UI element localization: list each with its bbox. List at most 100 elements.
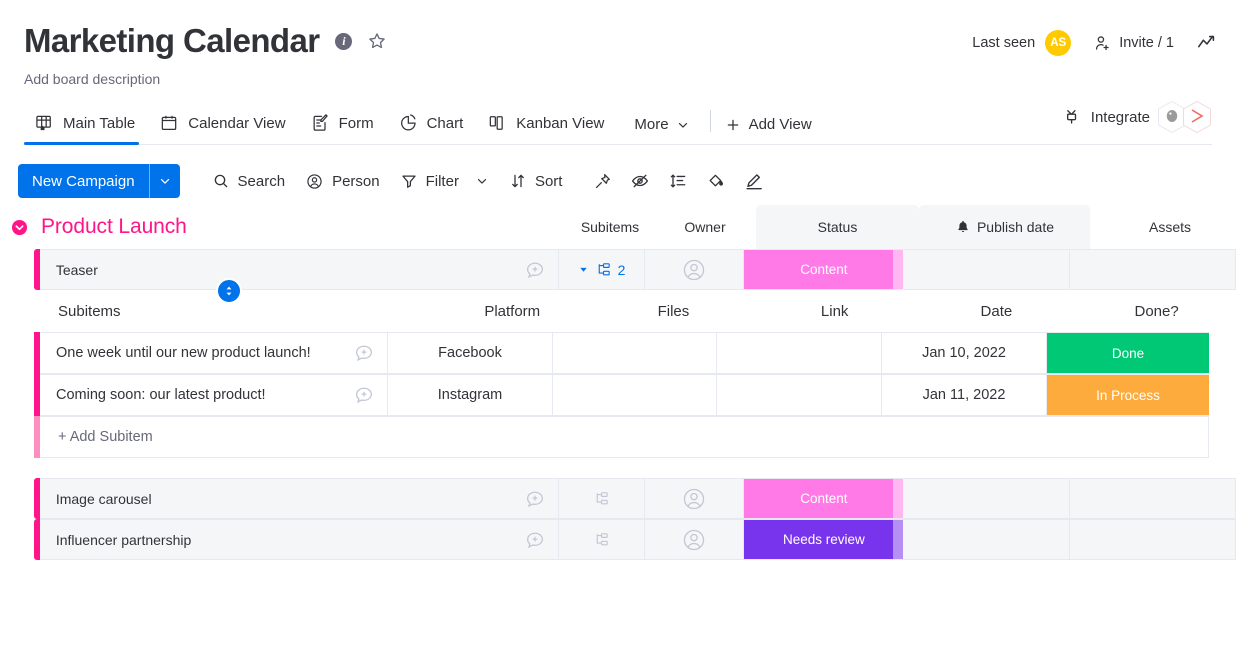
add-view-button[interactable]: Add View (715, 116, 822, 144)
filter-funnel-icon (400, 172, 418, 190)
sort-button[interactable]: Sort (499, 166, 573, 196)
info-icon[interactable]: i (335, 33, 352, 50)
subitem-done-cell[interactable]: In Process (1047, 374, 1209, 416)
add-subitem-cell[interactable]: + Add Subitem (40, 416, 1209, 458)
table-row[interactable]: Image carousel (34, 478, 1236, 519)
color-bucket-icon[interactable] (697, 165, 735, 197)
form-edit-icon (310, 113, 330, 133)
column-label: Assets (1149, 219, 1191, 235)
integrate-button[interactable]: Integrate (1062, 107, 1150, 127)
tab-more[interactable]: More (618, 116, 703, 144)
row-name-cell[interactable]: Image carousel (40, 478, 559, 519)
group-title[interactable]: Product Launch (41, 215, 187, 239)
tab-form[interactable]: Form (300, 113, 388, 144)
activity-trend-icon[interactable] (1196, 32, 1218, 54)
chat-add-icon[interactable] (524, 259, 546, 281)
tab-main-table[interactable]: Main Table (24, 113, 149, 144)
column-header-publish-date[interactable]: Publish date (919, 205, 1090, 249)
chat-add-icon[interactable] (353, 384, 375, 406)
person-placeholder-icon (681, 257, 707, 283)
tab-kanban-view[interactable]: Kanban View (477, 113, 618, 144)
collapse-caret-icon[interactable] (10, 218, 29, 237)
row-height-icon[interactable] (659, 165, 697, 197)
new-campaign-button[interactable]: New Campaign (18, 164, 180, 198)
row-publish-date-cell[interactable] (903, 478, 1070, 519)
filter-button[interactable]: Filter (390, 166, 499, 196)
tab-chart[interactable]: Chart (388, 113, 478, 144)
table-row[interactable]: Teaser 2 (34, 249, 1236, 290)
subitem-date-cell[interactable]: Jan 10, 2022 (882, 332, 1047, 374)
subitem-row[interactable]: One week until our new product launch! F… (34, 332, 1236, 374)
row-subitems-cell[interactable]: 2 (559, 249, 645, 290)
chat-add-icon[interactable] (524, 529, 546, 551)
tabs-right-actions: Integrate (1062, 100, 1212, 134)
subitem-done-cell[interactable]: Done (1047, 332, 1209, 374)
row-status-cell[interactable]: Needs review (744, 519, 903, 560)
tab-calendar-view[interactable]: Calendar View (149, 113, 299, 144)
row-name: Influencer partnership (56, 532, 524, 548)
integration-plug-icon (1062, 107, 1082, 127)
chevron-down-icon (676, 118, 690, 132)
person-add-icon (1093, 34, 1112, 53)
subitem-column-header-done: Done? (1077, 303, 1236, 320)
add-subitem-row[interactable]: + Add Subitem (34, 416, 1236, 458)
integration-secondary-icon[interactable] (1182, 100, 1212, 134)
chat-add-icon[interactable] (353, 342, 375, 364)
row-name-cell[interactable]: Influencer partnership (40, 519, 559, 560)
subitem-platform-cell[interactable]: Instagram (388, 374, 553, 416)
expand-collapse-handle[interactable] (216, 278, 242, 304)
chevron-down-icon[interactable] (475, 174, 489, 188)
star-icon[interactable] (367, 31, 387, 51)
subitem-tree-icon[interactable] (593, 490, 610, 507)
column-header-subitems[interactable]: Subitems (566, 205, 654, 249)
subitem-name-cell[interactable]: Coming soon: our latest product! (40, 374, 388, 416)
row-publish-date-cell[interactable] (903, 249, 1070, 290)
row-assets-cell[interactable] (1070, 478, 1236, 519)
row-name-cell[interactable]: Teaser (40, 249, 559, 290)
column-header-status[interactable]: Status (756, 205, 919, 249)
subitem-files-cell[interactable] (553, 332, 717, 374)
chat-add-icon[interactable] (524, 488, 546, 510)
pin-icon[interactable] (584, 166, 621, 197)
invite-button[interactable]: Invite / 1 (1093, 34, 1174, 53)
subitem-tree-icon[interactable] (593, 531, 610, 548)
calendar-icon (159, 113, 179, 133)
column-header-assets[interactable]: Assets (1090, 205, 1236, 249)
subitem-date-cell[interactable]: Jan 11, 2022 (882, 374, 1047, 416)
subitem-link-cell[interactable] (717, 374, 882, 416)
subitem-files-cell[interactable] (553, 374, 717, 416)
row-assets-cell[interactable] (1070, 249, 1236, 290)
row-owner-cell[interactable] (645, 249, 745, 290)
subitem-name-cell[interactable]: One week until our new product launch! (40, 332, 388, 374)
person-placeholder-icon (681, 527, 707, 553)
row-status-cell[interactable]: Content (744, 478, 903, 519)
board-toolbar: New Campaign Search Person Filter (0, 145, 1236, 203)
row-owner-cell[interactable] (645, 478, 745, 519)
person-button[interactable]: Person (295, 166, 390, 197)
add-view-label: Add View (749, 116, 812, 133)
row-assets-cell[interactable] (1070, 519, 1236, 560)
row-status-cell[interactable]: Content (744, 249, 903, 290)
search-button[interactable]: Search (202, 166, 296, 196)
board-description[interactable]: Add board description (24, 71, 1212, 87)
status-badge: Content (800, 262, 847, 277)
subitem-column-header-link: Link (754, 303, 916, 320)
subitem-tree-icon (595, 261, 612, 278)
row-owner-cell[interactable] (645, 519, 745, 560)
subitem-link-cell[interactable] (717, 332, 882, 374)
row-subitems-cell[interactable] (559, 519, 645, 560)
tab-label: Main Table (63, 115, 135, 132)
avatar[interactable]: AS (1045, 30, 1071, 56)
hide-eye-off-icon[interactable] (621, 165, 659, 197)
column-header-owner[interactable]: Owner (654, 205, 756, 249)
table-row[interactable]: Influencer partnership (34, 519, 1236, 560)
board-content: Product Launch Subitems Owner Status (0, 205, 1236, 560)
new-campaign-caret-icon[interactable] (149, 164, 180, 198)
subitem-row[interactable]: Coming soon: our latest product! Instagr… (34, 374, 1236, 416)
subitem-caret-icon[interactable] (578, 264, 589, 275)
edit-pen-icon[interactable] (735, 165, 774, 198)
pie-chart-icon (398, 113, 418, 133)
row-subitems-cell[interactable] (559, 478, 645, 519)
row-publish-date-cell[interactable] (903, 519, 1070, 560)
subitem-platform-cell[interactable]: Facebook (388, 332, 553, 374)
